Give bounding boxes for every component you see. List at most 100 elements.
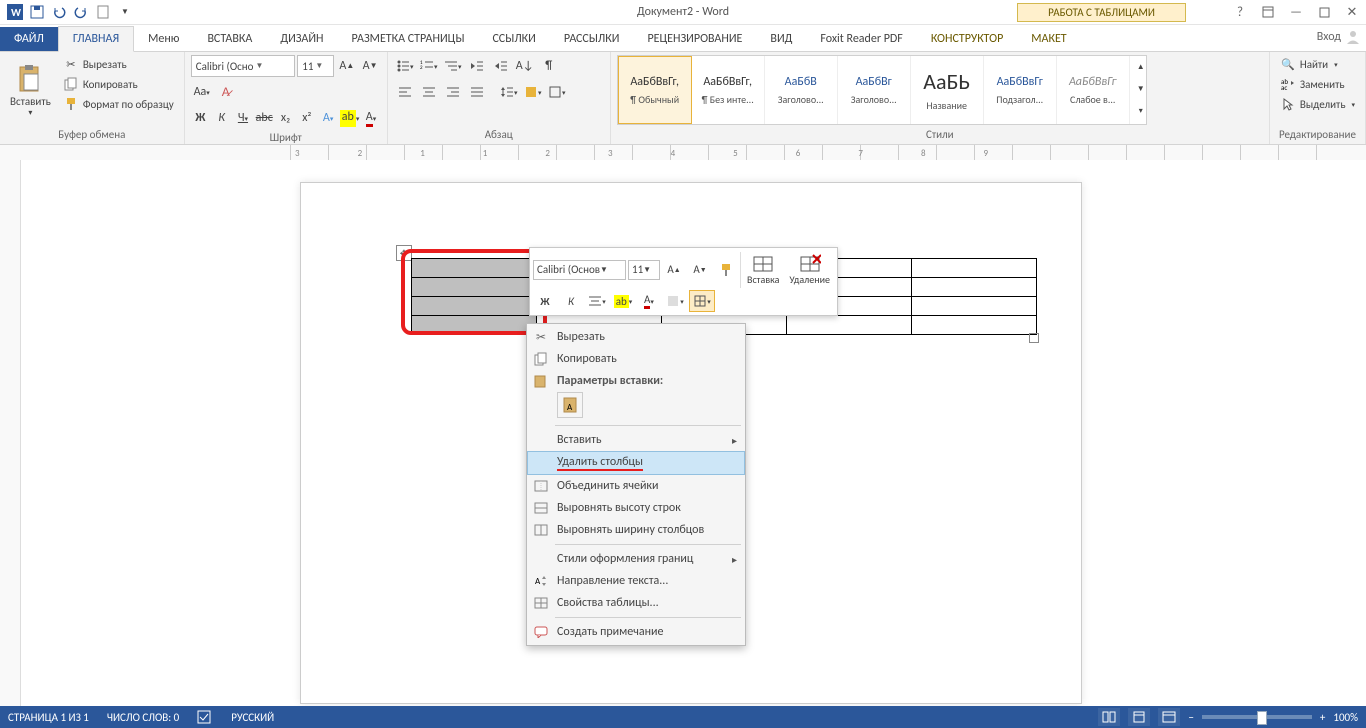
ctx-distribute-cols[interactable]: Выровнять ширину столбцов — [527, 519, 745, 541]
ctx-cut[interactable]: ✂Вырезать — [527, 326, 745, 348]
style-heading1[interactable]: АаБбВЗаголово... — [765, 56, 838, 124]
mini-shrink-font-icon[interactable]: A▼ — [688, 260, 712, 280]
style-heading2[interactable]: АаБбВгЗаголово... — [838, 56, 911, 124]
tab-mailings[interactable]: РАССЫЛКИ — [550, 27, 634, 51]
sign-in[interactable]: Вход — [1317, 29, 1361, 45]
tab-file[interactable]: ФАЙЛ — [0, 27, 58, 51]
font-family-combo[interactable]: Calibri (Осно▼ — [191, 55, 296, 77]
align-left-icon[interactable] — [394, 81, 416, 103]
mini-bold-button[interactable]: Ж — [533, 291, 557, 311]
tab-references[interactable]: ССЫЛКИ — [478, 27, 549, 51]
table-cell[interactable] — [912, 259, 1037, 278]
mini-shading-icon[interactable]: ▾ — [663, 291, 687, 311]
select-button[interactable]: Выделить▾ — [1276, 95, 1359, 113]
undo-icon[interactable] — [49, 2, 69, 22]
text-effects-icon[interactable]: A▾ — [318, 107, 337, 129]
find-button[interactable]: 🔍Найти▾ — [1276, 55, 1359, 73]
ctx-text-direction[interactable]: AНаправление текста... — [527, 570, 745, 592]
paste-keep-formatting-icon[interactable]: A — [557, 392, 583, 418]
table-resize-handle[interactable] — [1029, 333, 1039, 343]
decrease-indent-icon[interactable] — [466, 55, 488, 77]
save-icon[interactable] — [27, 2, 47, 22]
zoom-level[interactable]: 100% — [1333, 711, 1358, 724]
table-cell[interactable] — [912, 297, 1037, 316]
tab-view[interactable]: ВИД — [756, 27, 806, 51]
tab-table-design[interactable]: КОНСТРУКТОР — [917, 27, 1017, 51]
page[interactable]: ✥ Calibri (Основ ▼ 11 ▼ A▲ A▼ Вставка Уд… — [300, 182, 1082, 704]
maximize-icon[interactable] — [1315, 3, 1333, 21]
ctx-merge-cells[interactable]: Объединить ячейки — [527, 475, 745, 497]
sort-icon[interactable]: A↓ — [514, 55, 536, 77]
mini-font-combo[interactable]: Calibri (Основ ▼ — [533, 260, 626, 280]
tab-insert[interactable]: ВСТАВКА — [193, 27, 266, 51]
table-cell[interactable] — [912, 316, 1037, 335]
redo-icon[interactable] — [71, 2, 91, 22]
tab-table-layout[interactable]: МАКЕТ — [1017, 27, 1080, 51]
table-cell[interactable] — [412, 259, 537, 278]
style-title[interactable]: АаБЬНазвание — [911, 56, 984, 124]
ctx-copy[interactable]: Копировать — [527, 348, 745, 370]
mini-insert-button[interactable]: Вставка — [743, 251, 783, 288]
zoom-slider[interactable] — [1202, 715, 1312, 719]
styles-gallery[interactable]: АаБбВвГг,¶ Обычный АаБбВвГг,¶ Без инте..… — [617, 55, 1147, 125]
ruler-vertical[interactable] — [0, 160, 21, 706]
increase-indent-icon[interactable] — [490, 55, 512, 77]
mini-font-color-icon[interactable]: A▾ — [637, 291, 661, 311]
styles-scroll-up-icon[interactable]: ▲ — [1130, 56, 1152, 78]
zoom-out-button[interactable]: − — [1188, 711, 1193, 724]
replace-button[interactable]: abacЗаменить — [1276, 75, 1359, 93]
mini-highlight-icon[interactable]: ab▾ — [611, 291, 635, 311]
align-center-icon[interactable] — [418, 81, 440, 103]
style-subtitle[interactable]: АаБбВвГгПодзагол... — [984, 56, 1057, 124]
table-cell[interactable] — [412, 297, 537, 316]
ribbon-display-icon[interactable] — [1259, 3, 1277, 21]
minimize-icon[interactable]: — — [1287, 3, 1305, 21]
tab-menu[interactable]: Меню — [134, 27, 193, 51]
zoom-in-button[interactable]: + — [1320, 711, 1325, 724]
tab-review[interactable]: РЕЦЕНЗИРОВАНИЕ — [633, 27, 756, 51]
font-size-combo[interactable]: 11▼ — [297, 55, 334, 77]
styles-more-icon[interactable]: ▾ — [1130, 100, 1152, 122]
tab-design[interactable]: ДИЗАЙН — [266, 27, 337, 51]
italic-button[interactable]: К — [212, 107, 231, 129]
superscript-button[interactable]: x² — [297, 107, 316, 129]
ctx-delete-columns[interactable]: Удалить столбцы — [527, 451, 745, 475]
ctx-distribute-rows[interactable]: Выровнять высоту строк — [527, 497, 745, 519]
highlight-icon[interactable]: ab▾ — [340, 107, 360, 129]
clear-formatting-icon[interactable]: A̷ — [215, 81, 237, 103]
status-page[interactable]: СТРАНИЦА 1 ИЗ 1 — [8, 711, 89, 724]
copy-button[interactable]: Копировать — [59, 75, 178, 93]
justify-icon[interactable] — [466, 81, 488, 103]
mini-align-icon[interactable]: ▾ — [585, 291, 609, 311]
ctx-table-properties[interactable]: Свойства таблицы... — [527, 592, 745, 614]
table-cell[interactable] — [412, 316, 537, 335]
close-icon[interactable]: ✕ — [1343, 3, 1361, 21]
mini-grow-font-icon[interactable]: A▲ — [662, 260, 686, 280]
styles-scroll-down-icon[interactable]: ▼ — [1130, 78, 1152, 100]
table-cell[interactable] — [787, 316, 912, 335]
mini-delete-button[interactable]: Удаление — [785, 251, 834, 288]
tab-foxit[interactable]: Foxit Reader PDF — [806, 27, 916, 51]
status-proofing-icon[interactable] — [197, 710, 213, 724]
style-subtle-emphasis[interactable]: АаБбВвГгСлабое в... — [1057, 56, 1130, 124]
strikethrough-button[interactable]: abc — [255, 107, 274, 129]
show-marks-icon[interactable]: ¶ — [538, 55, 560, 77]
bold-button[interactable]: Ж — [191, 107, 210, 129]
change-case-icon[interactable]: Aa▾ — [191, 81, 213, 103]
cut-button[interactable]: ✂Вырезать — [59, 55, 178, 73]
paste-button[interactable]: Вставить▾ — [6, 55, 55, 126]
bullets-icon[interactable]: ▾ — [394, 55, 416, 77]
mini-borders-icon[interactable]: ▾ — [689, 290, 715, 312]
shading-icon[interactable]: ▾ — [522, 81, 544, 103]
help-icon[interactable]: ? — [1231, 3, 1249, 21]
underline-button[interactable]: Ч▾ — [233, 107, 252, 129]
status-words[interactable]: ЧИСЛО СЛОВ: 0 — [107, 711, 179, 724]
zoom-thumb[interactable] — [1257, 711, 1267, 725]
table-cell[interactable] — [412, 278, 537, 297]
table-cell[interactable] — [912, 278, 1037, 297]
shrink-font-icon[interactable]: A▼ — [359, 55, 380, 77]
borders-icon[interactable]: ▾ — [546, 81, 568, 103]
status-language[interactable]: РУССКИЙ — [231, 711, 274, 724]
ctx-new-comment[interactable]: Создать примечание — [527, 621, 745, 643]
word-icon[interactable]: W — [5, 2, 25, 22]
